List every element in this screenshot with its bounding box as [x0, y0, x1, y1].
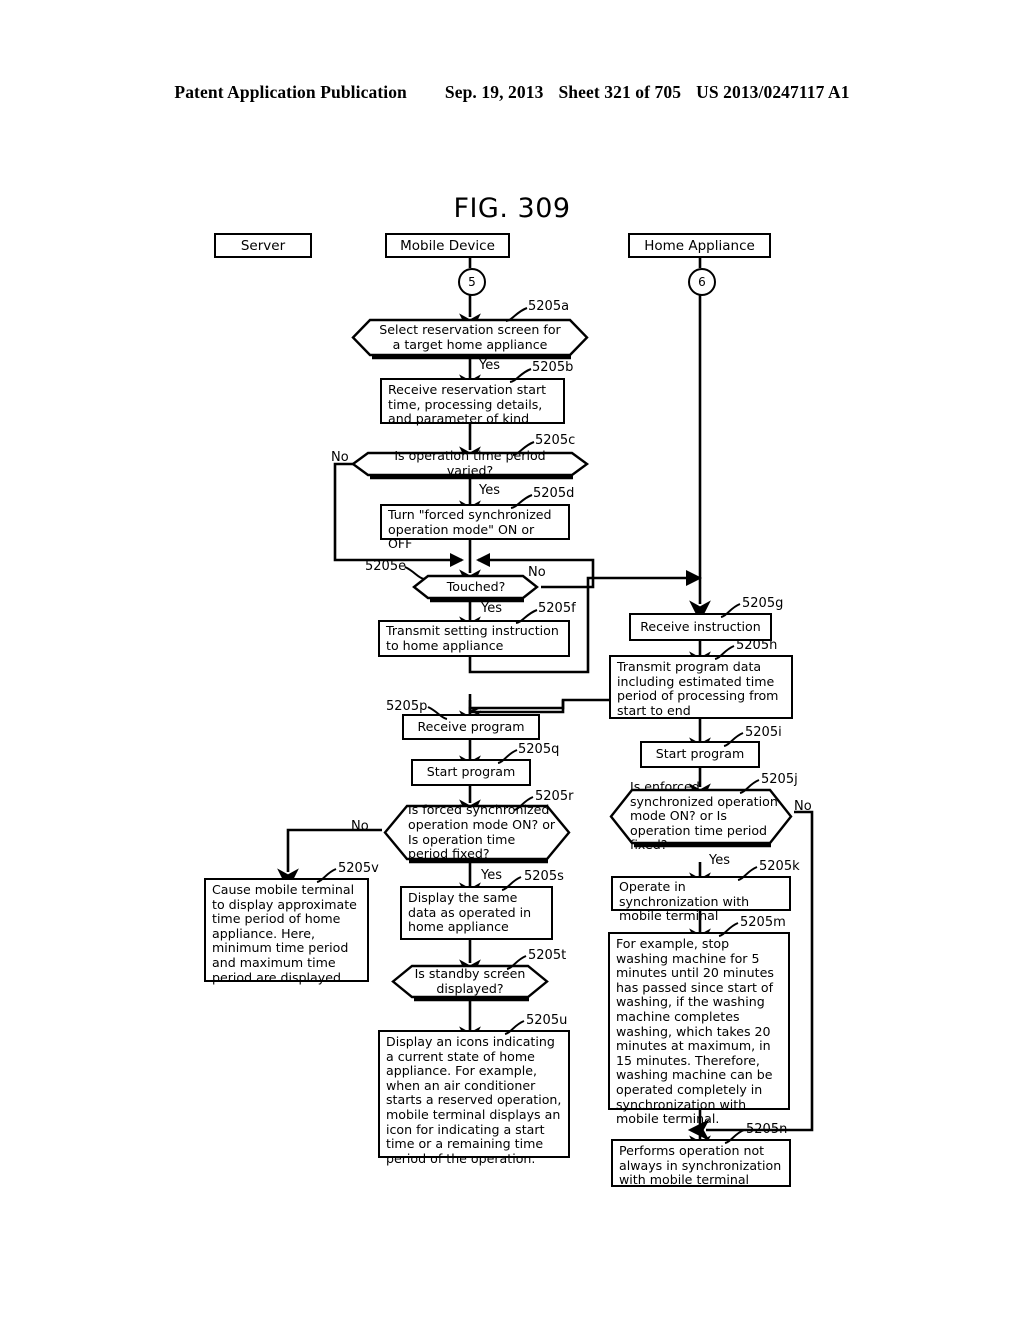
- ref-leader-5205r: [513, 796, 534, 811]
- ref-leader-5205h: [714, 645, 735, 660]
- branch-label-no-5205e: No: [528, 565, 546, 580]
- process-5205v-text: Cause mobile terminal to display approxi…: [212, 882, 357, 985]
- branch-label-no-5205c: No: [331, 450, 349, 465]
- sheet-number: Sheet 321 of 705: [558, 82, 682, 102]
- process-5205d: Turn "forced synchronized operation mode…: [380, 504, 572, 551]
- lane-header-home-appliance: Home Appliance: [628, 233, 774, 261]
- ref-leader-5205f: [515, 609, 538, 624]
- branch-label-no-5205r: No: [351, 819, 369, 834]
- offpage-connector-5-label: 5: [468, 275, 476, 289]
- ref-5205g: 5205g: [742, 596, 784, 611]
- ref-5205k: 5205k: [759, 859, 800, 874]
- ref-leader-5205b: [509, 368, 532, 383]
- ref-leader-5205n: [724, 1129, 745, 1144]
- publication-header: Patent Application Publication Sep. 19, …: [0, 82, 1024, 103]
- publication-date: Sep. 19, 2013: [444, 82, 544, 102]
- decision-5205r-text: Is forced synchronized operation mode ON…: [408, 802, 556, 862]
- branch-label-yes-5205j: Yes: [709, 853, 730, 868]
- ref-leader-5205j: [739, 779, 760, 794]
- ref-leader-5205c: [512, 441, 535, 456]
- decision-5205j-text: Is enforced synchronized operation mode …: [630, 779, 778, 853]
- ref-leader-5205u: [504, 1020, 525, 1035]
- ref-5205p: 5205p: [386, 699, 428, 714]
- branch-label-yes-5205e: Yes: [481, 601, 502, 616]
- offpage-connector-6-label: 6: [698, 275, 706, 289]
- process-5205k-text: Operate in synchronization with mobile t…: [619, 879, 750, 924]
- ref-leader-5205i: [723, 732, 744, 747]
- ref-leader-5205d: [510, 494, 533, 509]
- process-5205b-text: Receive reservation start time, processi…: [388, 382, 547, 427]
- ref-leader-5205p: [427, 706, 448, 720]
- ref-leader-5205v: [316, 868, 337, 883]
- figure-title: FIG. 309: [453, 193, 571, 224]
- process-5205p: Receive program: [402, 714, 542, 742]
- ref-5205s: 5205s: [524, 869, 564, 884]
- decision-5205j: Is enforced synchronized operation mode …: [608, 779, 794, 853]
- decision-5205a-text: Select reservation screen for a target h…: [379, 321, 561, 352]
- ref-5205u: 5205u: [526, 1013, 568, 1028]
- branch-label-no-5205j: No: [794, 799, 812, 814]
- process-5205u-text: Display an icons indicating a current st…: [386, 1034, 562, 1166]
- branch-label-yes-5205c: Yes: [479, 483, 500, 498]
- ref-5205n: 5205n: [746, 1122, 788, 1137]
- process-5205n: Performs operation not always in synchro…: [611, 1139, 793, 1189]
- process-5205h: Transmit program data including estimate…: [609, 655, 795, 721]
- ref-leader-5205q: [497, 749, 518, 764]
- ref-5205v: 5205v: [338, 861, 379, 876]
- process-5205g: Receive instruction: [629, 613, 774, 643]
- offpage-connector-6: 6: [688, 268, 717, 297]
- process-5205v: Cause mobile terminal to display approxi…: [204, 878, 371, 985]
- lane-header-server: Server: [214, 233, 315, 261]
- lane-label-mobile-device: Mobile Device: [400, 237, 495, 254]
- process-5205b: Receive reservation start time, processi…: [380, 378, 567, 427]
- process-5205m-text: For example, stop washing machine for 5 …: [616, 936, 774, 1127]
- ref-5205e: 5205e: [365, 559, 407, 574]
- process-5205s: Display the same data as operated in hom…: [400, 886, 555, 942]
- branch-label-yes-5205r: Yes: [481, 868, 502, 883]
- ref-leader-5205a: [505, 307, 528, 322]
- decision-5205c: Is operation time period varied?: [350, 448, 590, 480]
- ref-leader-5205k: [737, 866, 758, 881]
- offpage-connector-5: 5: [458, 268, 487, 297]
- ref-5205m: 5205m: [740, 915, 786, 930]
- lane-label-home-appliance: Home Appliance: [644, 237, 755, 254]
- process-5205i-text: Start program: [655, 746, 745, 762]
- process-5205g-text: Receive instruction: [640, 618, 761, 634]
- publication-label: Patent Application Publication: [174, 82, 407, 102]
- lane-header-mobile-device: Mobile Device: [385, 233, 513, 261]
- process-5205f: Transmit setting instruction to home app…: [378, 620, 572, 659]
- process-5205n-text: Performs operation not always in synchro…: [619, 1143, 782, 1188]
- process-5205s-text: Display the same data as operated in hom…: [408, 890, 532, 935]
- process-5205u: Display an icons indicating a current st…: [378, 1030, 572, 1166]
- ref-leader-5205t: [506, 955, 527, 970]
- decision-5205r: Is forced synchronized operation mode ON…: [382, 802, 572, 864]
- process-5205h-text: Transmit program data including estimate…: [617, 659, 779, 718]
- decision-5205a: Select reservation screen for a target h…: [350, 317, 590, 360]
- ref-5205h: 5205h: [736, 638, 778, 653]
- lane-label-server: Server: [240, 237, 286, 254]
- decision-5205e: Touched?: [411, 573, 541, 603]
- process-5205q-text: Start program: [426, 764, 516, 780]
- branch-label-yes-5205a: Yes: [479, 358, 500, 373]
- process-5205d-text: Turn "forced synchronized operation mode…: [388, 507, 552, 552]
- decision-5205c-text: Is operation time period varied?: [394, 448, 546, 478]
- patent-number: US 2013/0247117 A1: [696, 82, 850, 102]
- process-5205f-text: Transmit setting instruction to home app…: [386, 623, 559, 653]
- decision-5205e-text: Touched?: [446, 578, 506, 594]
- ref-leader-5205m: [718, 922, 739, 937]
- process-5205m: For example, stop washing machine for 5 …: [608, 932, 792, 1126]
- ref-leader-5205e: [404, 566, 425, 580]
- ref-leader-5205s: [501, 876, 522, 891]
- ref-leader-5205g: [720, 603, 741, 618]
